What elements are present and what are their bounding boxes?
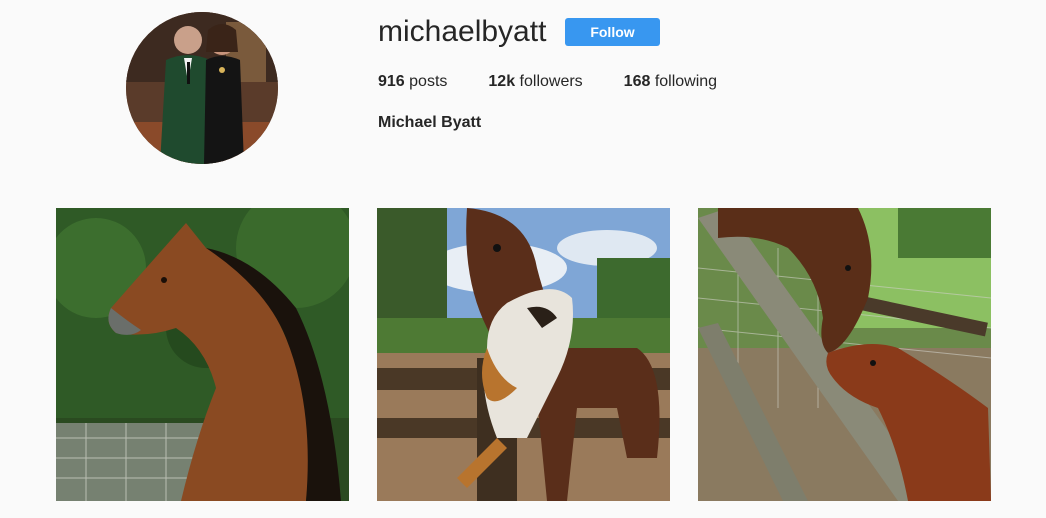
followers-label: followers bbox=[515, 73, 583, 90]
stat-posts: 916 posts bbox=[378, 72, 447, 92]
stat-following[interactable]: 168 following bbox=[624, 72, 717, 92]
avatar-photo bbox=[126, 12, 278, 164]
post-image bbox=[698, 208, 991, 501]
following-label: following bbox=[650, 73, 718, 90]
post-image bbox=[56, 208, 349, 501]
post-image bbox=[377, 208, 670, 501]
profile-username: michaelbyatt bbox=[378, 15, 547, 48]
post-thumbnail-2[interactable] bbox=[377, 208, 670, 501]
follow-button[interactable]: Follow bbox=[565, 18, 660, 46]
post-thumbnail-3[interactable] bbox=[698, 208, 991, 501]
profile-full-name: Michael Byatt bbox=[378, 114, 482, 131]
following-count: 168 bbox=[623, 73, 651, 90]
posts-label: posts bbox=[404, 73, 448, 90]
post-thumbnail-1[interactable] bbox=[56, 208, 349, 501]
profile-stats: 916 posts 12k followers 168 following bbox=[378, 72, 717, 92]
posts-count: 916 bbox=[378, 73, 405, 90]
followers-count: 12k bbox=[488, 73, 516, 90]
stat-followers[interactable]: 12k followers bbox=[488, 72, 582, 92]
profile-avatar[interactable] bbox=[126, 12, 278, 164]
